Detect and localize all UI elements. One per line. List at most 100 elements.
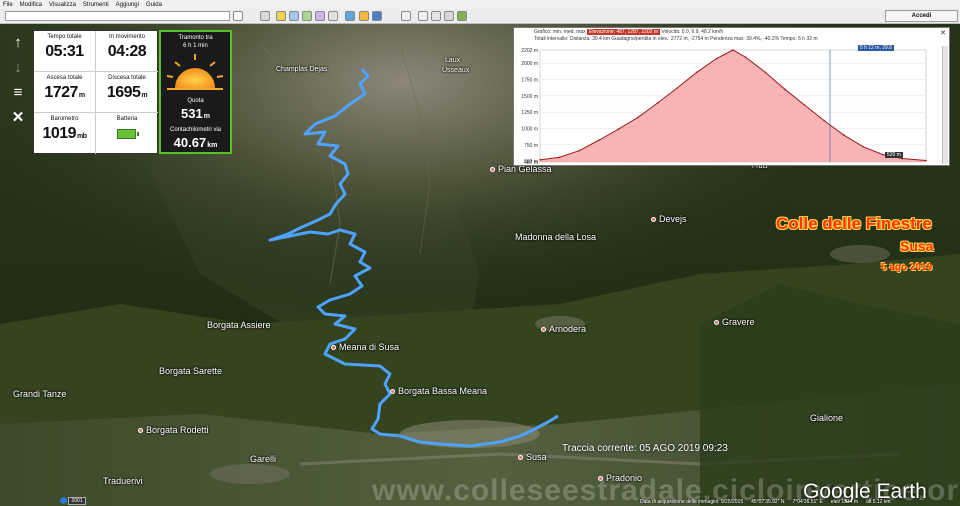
altitude-value: 531m — [181, 106, 210, 121]
place-devejs[interactable]: Devejs — [651, 214, 687, 224]
place-madonna-della-losa[interactable]: Madonna della Losa — [515, 232, 596, 242]
search-icon[interactable] — [233, 11, 243, 21]
elevation-point — [744, 56, 747, 59]
search-input[interactable] — [5, 11, 230, 21]
place-gravere[interactable]: Gravere — [714, 317, 755, 327]
stat-battery: Batteria — [96, 113, 158, 154]
imagery-date: Data di acquisizione delle immagini: 9/2… — [640, 498, 744, 505]
place-gialione[interactable]: Gialione — [810, 413, 843, 423]
profile-y-tick: 2000 m — [521, 61, 538, 67]
profile-y-tick: 487 m — [524, 160, 538, 166]
menu-file[interactable]: File — [3, 2, 13, 8]
email-icon[interactable] — [418, 11, 428, 21]
stats-panel: Tempo totale 05:31 In movimento 04:28 As… — [33, 30, 158, 154]
elevation-point — [823, 119, 825, 122]
path-icon[interactable] — [302, 11, 312, 21]
elevation-point — [784, 88, 786, 91]
current-track-label: Traccia corrente: 05 AGO 2019 09:23 — [562, 443, 728, 454]
place-borgata-rodetti[interactable]: Borgata Rodetti — [138, 425, 209, 435]
profile-position-tag: 5 h 12 m, 29.6 — [858, 45, 894, 51]
elevation-point — [676, 87, 678, 89]
toolbar: Accedi — [0, 9, 960, 24]
menu-bar: File Modifica Visualizza Strumenti Aggiu… — [0, 0, 960, 9]
stat-barometer: Barometro 1019mb — [34, 113, 96, 154]
stat-total-time: Tempo totale 05:31 — [34, 31, 96, 72]
eye-altitude: alt 5.12 km — [866, 498, 891, 505]
place-traduerivi[interactable]: Traduerivi — [103, 476, 143, 486]
sunset-value: 6 h 1 min — [183, 43, 208, 49]
elevation-readout: elev 1374 m — [830, 498, 859, 505]
profile-y-tick: 1000 m — [521, 126, 538, 132]
place-garelli[interactable]: Garelli — [250, 454, 276, 464]
save-image-icon[interactable] — [444, 11, 454, 21]
elevation-point — [539, 159, 541, 161]
elevation-point — [617, 128, 620, 130]
place-laux[interactable]: Laux — [445, 57, 460, 64]
altitude-label: Quota — [187, 98, 204, 104]
profile-scrollbar[interactable] — [942, 46, 948, 164]
sunset-icon — [166, 54, 224, 90]
odometer-value: 40.67km — [173, 135, 218, 150]
profile-y-tick: 750 m — [524, 143, 538, 149]
menu-view[interactable]: Visualizza — [49, 2, 76, 8]
elevation-point — [842, 134, 845, 136]
longitude: 7°04'36.51" E — [792, 498, 823, 505]
menu-icon[interactable]: ≡ — [8, 82, 28, 102]
place-susa[interactable]: Susa — [518, 452, 547, 462]
elevation-point — [803, 104, 806, 106]
status-bar: Data di acquisizione delle immagini: 9/2… — [640, 497, 960, 506]
history-icon[interactable] — [345, 11, 355, 21]
tour-icon[interactable] — [328, 11, 338, 21]
maps-icon[interactable] — [457, 11, 467, 21]
elevation-point — [862, 145, 865, 148]
close-icon[interactable]: ✕ — [8, 107, 28, 127]
planets-icon[interactable] — [372, 11, 382, 21]
print-icon[interactable] — [431, 11, 441, 21]
profile-y-tick: 2202 m — [521, 48, 538, 54]
place-meana-di-susa[interactable]: Meana di Susa — [331, 342, 399, 352]
place-champlas-dejas[interactable]: Champlas Dejas — [276, 66, 327, 73]
place-arnodera[interactable]: Arnodera — [541, 324, 586, 334]
historical-year-badge[interactable]: 2001 — [68, 497, 86, 505]
place-borgata-assiere[interactable]: Borgata Assiere — [207, 320, 271, 330]
elevation-point — [578, 149, 580, 152]
stat-moving-time: In movimento 04:28 — [96, 31, 158, 72]
elevation-point — [656, 102, 659, 104]
place-borgata-bassa-meana[interactable]: Borgata Bassa Meana — [390, 386, 487, 396]
profile-end-tag: 520 m — [885, 152, 903, 158]
sun-icon[interactable] — [359, 11, 369, 21]
profile-y-tick: 1500 m — [521, 94, 538, 100]
polygon-icon[interactable] — [289, 11, 299, 21]
signin-button[interactable]: Accedi — [885, 10, 958, 22]
placemark-icon[interactable] — [276, 11, 286, 21]
latitude: 45°07'35.92" N — [751, 498, 785, 505]
elevation-point — [558, 156, 561, 159]
sun-panel: Tramonto tra 6 h 1 min Quota 531m Contac… — [159, 30, 232, 154]
track-subtitle: Susa — [900, 238, 934, 254]
menu-tools[interactable]: Strumenti — [83, 2, 109, 8]
ruler-icon[interactable] — [401, 11, 411, 21]
battery-icon — [117, 129, 139, 139]
menu-help[interactable]: Guida — [146, 2, 162, 8]
menu-edit[interactable]: Modifica — [20, 2, 42, 8]
menu-add[interactable]: Aggiungi — [116, 2, 139, 8]
elevation-point — [637, 116, 639, 119]
odometer-label: Contachilometri via — [169, 127, 222, 133]
arrow-up-icon[interactable]: ↑ — [8, 32, 28, 52]
stat-descent: Discesa totale 1695m — [96, 72, 158, 113]
sidebar-toggle-icon[interactable] — [260, 11, 270, 21]
elevation-point — [925, 159, 927, 162]
place-borgata-sarette[interactable]: Borgata Sarette — [159, 366, 222, 376]
elevation-point — [732, 49, 734, 51]
overlay-icon[interactable] — [315, 11, 325, 21]
place-grandi-tanze[interactable]: Grandi Tanze — [13, 389, 66, 399]
street-view-icon[interactable] — [60, 497, 67, 504]
elevation-point — [695, 71, 698, 74]
elevation-point — [764, 71, 767, 74]
arrow-down-icon[interactable]: ↓ — [8, 57, 28, 77]
profile-y-tick: 1750 m — [521, 78, 538, 84]
profile-y-tick: 1250 m — [521, 110, 538, 116]
left-nav: ↑ ↓ ≡ ✕ — [8, 32, 28, 132]
place-usseaux[interactable]: Usseaux — [442, 67, 469, 74]
elevation-profile-panel[interactable]: Grafico: min, med, max Elevazione: 487, … — [513, 27, 950, 166]
